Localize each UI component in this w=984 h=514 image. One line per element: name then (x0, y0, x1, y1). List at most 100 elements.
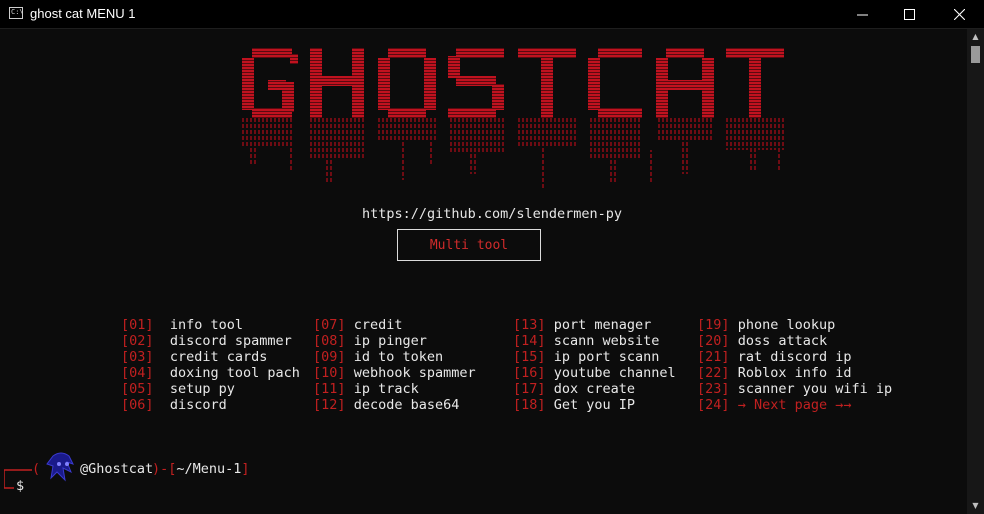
menu-item-number: 12 (321, 397, 338, 413)
menu-item-18[interactable]: [18] Get you IP (513, 397, 676, 413)
menu-item-label: rat discord ip (737, 349, 852, 365)
bracket-open: [ (513, 333, 522, 349)
menu-item-number: 02 (129, 333, 146, 349)
menu-item-number: 16 (521, 365, 538, 381)
menu-item-21[interactable]: [21] rat discord ip (697, 349, 892, 365)
bracket-close: ] (145, 381, 154, 397)
bracket-open: [ (313, 317, 322, 333)
bracket-open: [ (697, 381, 706, 397)
menu-item-13[interactable]: [13] port menager (513, 317, 676, 333)
menu-item-14[interactable]: [14] scann website (513, 333, 676, 349)
vertical-scrollbar[interactable]: ▲ ▼ (967, 29, 984, 514)
bracket-close: ] (721, 349, 730, 365)
bracket-close: ] (145, 397, 154, 413)
menu-item-02[interactable]: [02] discord spammer (121, 333, 300, 349)
menu-item-label: scanner you wifi ip (737, 381, 893, 397)
scroll-thumb[interactable] (971, 46, 980, 63)
menu-item-label: decode base64 (353, 397, 460, 413)
menu-item-19[interactable]: [19] phone lookup (697, 317, 892, 333)
bracket-close: ] (721, 365, 730, 381)
menu-item-08[interactable]: [08] ip pinger (313, 333, 476, 349)
bracket-open: [ (513, 317, 522, 333)
menu-item-label: doxing tool pach (169, 365, 300, 381)
bracket-open: [ (313, 349, 322, 365)
bracket-open: [ (121, 349, 130, 365)
bracket-open: [ (313, 397, 322, 413)
bracket-open: [ (697, 365, 706, 381)
console-app-icon[interactable]: C:\ (9, 7, 24, 19)
menu-item-number: 23 (705, 381, 722, 397)
menu-item-20[interactable]: [20] doss attack (697, 333, 892, 349)
menu-item-label: discord spammer (169, 333, 292, 349)
menu-item-label: Roblox info id (737, 365, 852, 381)
menu-item-label: youtube channel (553, 365, 676, 381)
bracket-close: ] (721, 317, 730, 333)
menu-item-11[interactable]: [11] ip track (313, 381, 476, 397)
prompt-path-text: ~/Menu-1 (176, 461, 242, 477)
menu-item-07[interactable]: [07] credit (313, 317, 476, 333)
menu-item-number: 04 (129, 365, 146, 381)
menu-item-number: 13 (521, 317, 538, 333)
menu-item-01[interactable]: [01] info tool (121, 317, 300, 333)
menu-item-label: dox create (553, 381, 635, 397)
maximize-icon (903, 8, 915, 20)
menu-item-10[interactable]: [10] webhook spammer (313, 365, 476, 381)
shell-prompt: ( @Ghostcat )-[~/Menu-1] $ (0, 452, 984, 498)
title-bar: C:\ ghost cat MENU 1 (0, 0, 984, 29)
menu-item-label: info tool (169, 317, 243, 333)
bracket-close: ] (337, 317, 346, 333)
bracket-open: [ (513, 349, 522, 365)
menu-item-number: 15 (521, 349, 538, 365)
bracket-close: ] (537, 349, 546, 365)
menu-item-17[interactable]: [17] dox create (513, 381, 676, 397)
bracket-close: ] (721, 333, 730, 349)
menu-item-number: 06 (129, 397, 146, 413)
menu-item-12[interactable]: [12] decode base64 (313, 397, 476, 413)
user-avatar-icon (46, 452, 74, 482)
menu-item-15[interactable]: [15] ip port scann (513, 349, 676, 365)
menu-item-24[interactable]: [24] → Next page →→ (697, 397, 892, 413)
menu-item-22[interactable]: [22] Roblox info id (697, 365, 892, 381)
menu-item-label: id to token (353, 349, 444, 365)
minimize-button[interactable] (839, 0, 885, 28)
menu-item-06[interactable]: [06] discord (121, 397, 300, 413)
menu-item-label: ip port scann (553, 349, 660, 365)
menu-item-number: 05 (129, 381, 146, 397)
menu-item-number: 10 (321, 365, 338, 381)
bracket-close: ] (337, 365, 346, 381)
menu-item-23[interactable]: [23] scanner you wifi ip (697, 381, 892, 397)
menu-item-label: ip track (353, 381, 419, 397)
bracket-open: [ (121, 365, 130, 381)
menu-item-05[interactable]: [05] setup py (121, 381, 300, 397)
menu-item-number: 21 (705, 349, 722, 365)
prompt-path: )-[~/Menu-1] (152, 461, 250, 477)
menu-item-label: → Next page →→ (737, 397, 852, 413)
bracket-open: [ (513, 381, 522, 397)
github-url[interactable]: https://github.com/slendermen-py (0, 206, 984, 222)
bracket-close: ] (721, 381, 730, 397)
menu-item-04[interactable]: [04] doxing tool pach (121, 365, 300, 381)
menu-item-number: 20 (705, 333, 722, 349)
menu-item-09[interactable]: [09] id to token (313, 349, 476, 365)
menu-item-label: phone lookup (737, 317, 836, 333)
close-button[interactable] (934, 0, 984, 28)
menu-item-number: 09 (321, 349, 338, 365)
maximize-button[interactable] (886, 0, 932, 28)
bracket-close: ] (537, 317, 546, 333)
scroll-up-icon[interactable]: ▲ (967, 29, 984, 45)
bracket-close: ] (337, 381, 346, 397)
menu-item-label: setup py (169, 381, 235, 397)
menu-item-03[interactable]: [03] credit cards (121, 349, 300, 365)
prompt-open-paren: ( (32, 461, 41, 477)
menu-item-number: 08 (321, 333, 338, 349)
menu-item-label: scann website (553, 333, 660, 349)
bracket-close: ] (337, 333, 346, 349)
menu-item-16[interactable]: [16] youtube channel (513, 365, 676, 381)
bracket-open: [ (313, 333, 322, 349)
scroll-down-icon[interactable]: ▼ (967, 498, 984, 514)
minimize-icon (856, 14, 868, 15)
prompt-symbol[interactable]: $ (16, 478, 24, 494)
window-title: ghost cat MENU 1 (30, 6, 136, 21)
bracket-close: ] (537, 397, 546, 413)
menu-item-number: 24 (705, 397, 722, 413)
